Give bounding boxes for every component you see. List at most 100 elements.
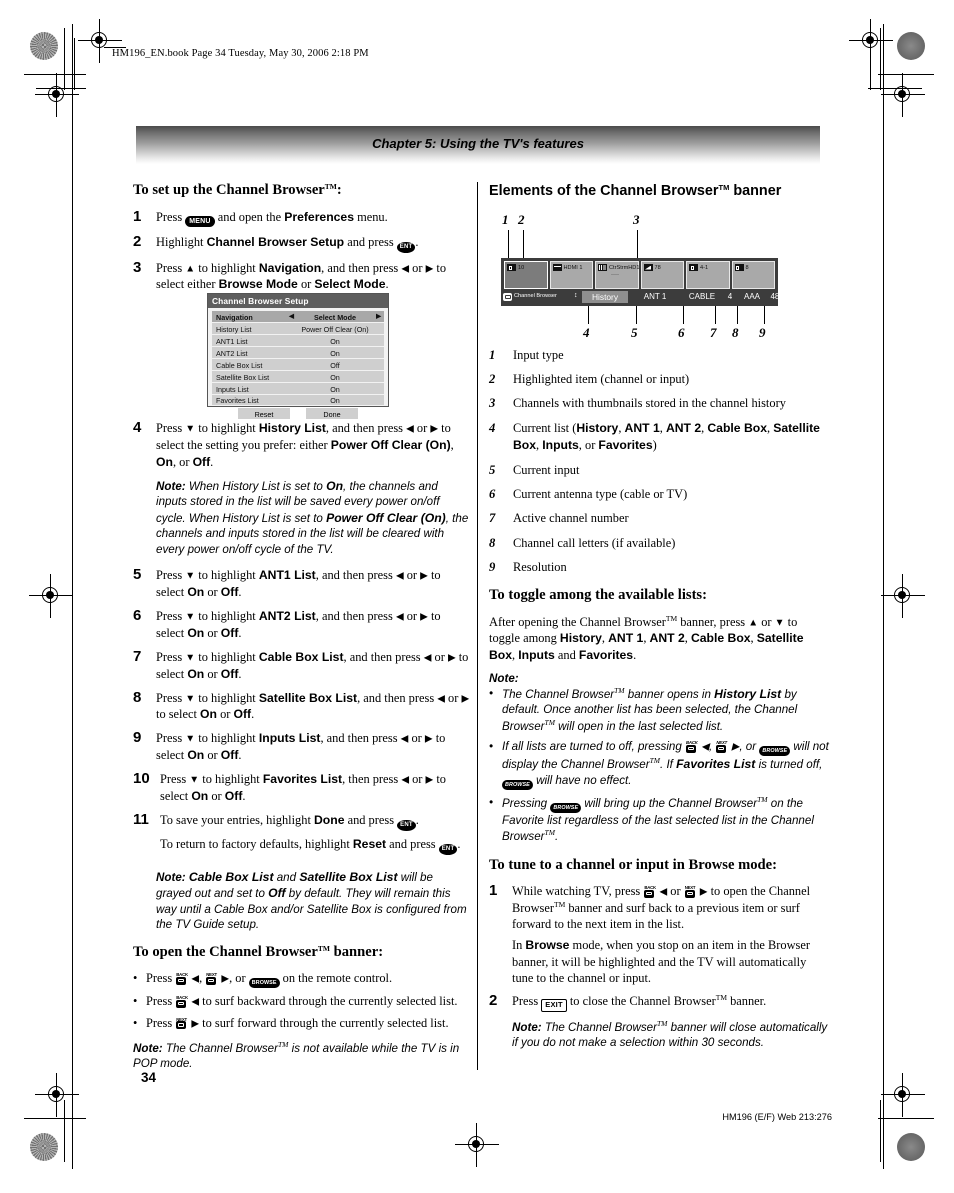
- step-body: Press ▼ to highlight ANT2 List, and then…: [156, 608, 471, 642]
- osd-row[interactable]: ANT2 List On: [212, 346, 384, 358]
- leader-6: [683, 306, 684, 324]
- bullet-text: Pressing BROWSE will bring up the Channe…: [502, 794, 814, 844]
- note-cable-box-text: Cable Box List and Satellite Box List wi…: [156, 869, 467, 932]
- list-item: • Pressing BROWSE will bring up the Chann…: [489, 795, 829, 845]
- osd-row-label: Inputs List: [212, 382, 286, 394]
- step-line: To save your entries, highlight Done and…: [160, 812, 471, 831]
- arrow-icon: ▼: [185, 652, 196, 664]
- legend-item: 4 Current list (History, ANT 1, ANT 2, Ca…: [489, 420, 829, 454]
- legend-item: 7 Active channel number: [489, 510, 829, 526]
- legend-number: 8: [489, 535, 496, 550]
- step: 4 Press ▼ to highlight History List, and …: [133, 419, 471, 471]
- up-down-arrow-icon[interactable]: ↕: [574, 292, 578, 299]
- arrow-icon: ◀: [659, 886, 668, 898]
- osd-header-row[interactable]: Navigation ◀ Select Mode ▶: [212, 311, 384, 322]
- arrow-icon: ▶: [430, 423, 439, 435]
- step-line: Press ▼ to highlight Cable Box List, and…: [156, 649, 469, 681]
- list-item: • The Channel BrowserTM banner opens in H…: [489, 686, 829, 735]
- banner-tile[interactable]: 10: [504, 261, 548, 289]
- arrow-icon: ◀: [701, 741, 709, 753]
- banner-tile[interactable]: 4-1: [686, 261, 730, 289]
- step-number: 10: [133, 770, 150, 788]
- note-history-label: Note:: [156, 479, 186, 493]
- step-line: While watching TV, press BACK ◀ or NEXT …: [512, 884, 811, 931]
- bullet-text: If all lists are turned to off, pressing…: [502, 740, 829, 790]
- leader-7: [715, 306, 716, 324]
- exit-key-icon: EXIT: [541, 998, 567, 1012]
- bullet-icon: •: [133, 1015, 138, 1030]
- bullet-text: Press BACK ◀ to surf backward through th…: [146, 994, 458, 1009]
- callout-7: 7: [710, 325, 717, 340]
- arrow-icon: ◀: [395, 570, 404, 582]
- registration-mark-bl-upper: [35, 1073, 79, 1117]
- registration-mark-right-mid: [881, 574, 925, 618]
- osd-row[interactable]: Cable Box List Off: [212, 358, 384, 370]
- crop-line-left-outer: [64, 28, 65, 90]
- osd-row[interactable]: Satellite Box List On: [212, 370, 384, 382]
- channel-browser-banner: 10 HDMI 1 CtrStrmHD1 —— 78 4-1 8 Channel Brows…: [501, 258, 786, 306]
- legend-text: Current antenna type (cable or TV): [513, 486, 688, 501]
- osd-row-label: ANT2 List: [212, 346, 286, 358]
- bullet-text: Press BACK ◀, NEXT ▶, or BROWSE on the r…: [146, 971, 393, 989]
- osd-header-value: ◀ Select Mode ▶: [286, 311, 384, 322]
- osd-row[interactable]: History List Power Off Clear (On): [212, 322, 384, 334]
- arrow-icon: ▲: [185, 263, 196, 274]
- antenna-icon: [507, 264, 516, 271]
- step-body: Press ▼ to highlight History List, and t…: [156, 420, 471, 471]
- step-body: Press ▲ to highlight Navigation, and the…: [156, 260, 471, 294]
- banner-tile[interactable]: 8: [731, 261, 775, 289]
- osd-reset-button[interactable]: Reset: [238, 408, 290, 420]
- crop-line-left-outer-bottom: [64, 1100, 65, 1162]
- step: 5 Press ▼ to highlight ANT1 List, and the…: [133, 567, 471, 601]
- chapter-header-title: Chapter 5: Using the TV's features: [372, 136, 584, 151]
- osd-done-button[interactable]: Done: [306, 408, 358, 420]
- banner-tile-label: 4-1: [700, 264, 709, 271]
- callout-3: 3: [633, 212, 640, 227]
- cablebox-icon: [598, 264, 607, 271]
- step-number: 1: [133, 207, 142, 225]
- channel-next-key-icon: NEXT: [715, 740, 728, 753]
- arrow-icon: ▶: [221, 973, 230, 985]
- registration-mark-left-mid: [29, 574, 73, 618]
- bullet-icon: •: [489, 740, 494, 754]
- step-number: 1: [489, 882, 498, 900]
- step: 11 To save your entries, highlight Done a…: [133, 811, 471, 855]
- arrow-icon: ▼: [185, 733, 196, 745]
- legend-number: 7: [489, 511, 496, 526]
- banner-tile[interactable]: 78: [640, 261, 684, 289]
- legend-item: 2 Highlighted item (channel or input): [489, 371, 829, 387]
- callout-6: 6: [678, 325, 685, 340]
- osd-row[interactable]: Favorites List On: [212, 394, 384, 406]
- banner-tile-label: 78: [654, 264, 661, 271]
- leader-8: [737, 306, 738, 324]
- printer-density-dot-br: [897, 1133, 925, 1161]
- arrow-icon: ◀: [401, 263, 410, 274]
- legend-number: 2: [489, 372, 496, 387]
- osd-row-label: ANT1 List: [212, 334, 286, 346]
- osd-row[interactable]: Inputs List On: [212, 382, 384, 394]
- osd-left-arrow-icon[interactable]: ◀: [289, 312, 294, 320]
- antenna-icon: [689, 264, 698, 271]
- legend-text: Input type: [513, 347, 564, 362]
- tune-steps: 1 While watching TV, press BACK ◀ or NEXT…: [489, 882, 829, 1012]
- callout-4: 4: [583, 325, 590, 340]
- list-item: • Press BACK ◀ to surf backward through t…: [133, 993, 471, 1009]
- bullet-icon: •: [489, 795, 494, 809]
- banner-status-row: Channel Browser ↕ History ANT 1 CABLE 4 …: [503, 291, 786, 303]
- legend-item: 6 Current antenna type (cable or TV): [489, 486, 829, 502]
- step: 10 Press ▼ to highlight Favorites List, t…: [133, 770, 471, 805]
- list-item: • Press BACK ◀, NEXT ▶, or BROWSE on the …: [133, 970, 471, 989]
- osd-row[interactable]: ANT1 List On: [212, 334, 384, 346]
- crop-line-bottom-right: [878, 1118, 934, 1119]
- channel-next-key-icon: NEXT: [684, 885, 697, 898]
- arrow-icon: ▼: [185, 693, 196, 705]
- osd-header-value-text: Select Mode: [314, 312, 356, 322]
- current-list-badge[interactable]: History: [582, 291, 628, 303]
- callout-2: 2: [518, 212, 525, 227]
- arrow-icon: ◀: [406, 423, 414, 435]
- banner-tile[interactable]: HDMI 1: [549, 261, 593, 289]
- osd-right-arrow-icon[interactable]: ▶: [376, 312, 381, 320]
- step-body: Press ▼ to highlight Satellite Box List,…: [156, 690, 471, 724]
- banner-tile[interactable]: CtrStrmHD1 ——: [595, 261, 639, 289]
- page-number: 34: [141, 1070, 157, 1085]
